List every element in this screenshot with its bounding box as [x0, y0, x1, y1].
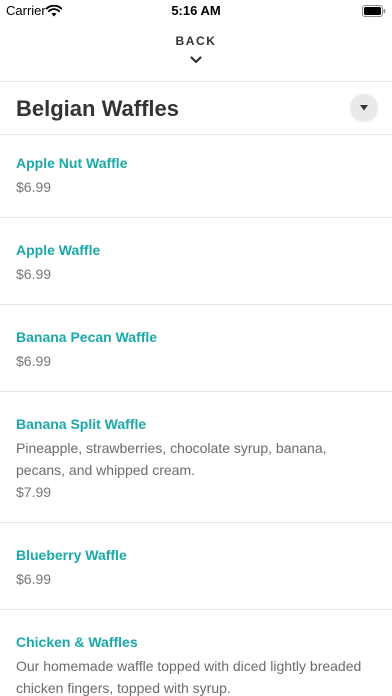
item-price: $6.99	[16, 179, 52, 195]
menu-item-apple-waffle[interactable]: Apple Waffle $6.99	[0, 218, 392, 304]
back-button[interactable]: BACK	[0, 34, 392, 76]
category-title: Belgian Waffles	[16, 96, 179, 121]
item-name: Blueberry Waffle	[16, 547, 127, 563]
item-name: Apple Waffle	[16, 242, 101, 258]
item-price: $7.99	[16, 484, 52, 500]
menu-item-banana-pecan-waffle[interactable]: Banana Pecan Waffle $6.99	[0, 305, 392, 391]
item-description: Our homemade waffle topped with diced li…	[16, 658, 362, 696]
category-header: Belgian Waffles	[0, 82, 392, 134]
menu-item-apple-nut-waffle[interactable]: Apple Nut Waffle $6.99	[0, 135, 392, 217]
back-label: BACK	[175, 34, 217, 48]
item-name: Chicken & Waffles	[16, 634, 138, 650]
category-toggle-button[interactable]	[350, 94, 378, 122]
clock-time: 5:16 AM	[171, 3, 221, 18]
item-name: Banana Split Waffle	[16, 416, 147, 432]
battery-icon	[362, 4, 386, 17]
caret-down-icon	[360, 105, 368, 111]
menu-item-blueberry-waffle[interactable]: Blueberry Waffle $6.99	[0, 523, 392, 609]
item-description: Pineapple, strawberries, chocolate syrup…	[16, 440, 327, 478]
status-bar: Carrier 5:16 AM	[0, 0, 392, 22]
menu-item-chicken-and-waffles[interactable]: Chicken & Waffles Our homemade waffle to…	[0, 610, 392, 696]
item-price: $6.99	[16, 266, 52, 282]
chevron-down-icon	[190, 51, 202, 64]
menu-item-banana-split-waffle[interactable]: Banana Split Waffle Pineapple, strawberr…	[0, 392, 392, 522]
item-name: Apple Nut Waffle	[16, 155, 128, 171]
item-name: Banana Pecan Waffle	[16, 329, 158, 345]
item-price: $6.99	[16, 353, 52, 369]
item-price: $6.99	[16, 571, 52, 587]
